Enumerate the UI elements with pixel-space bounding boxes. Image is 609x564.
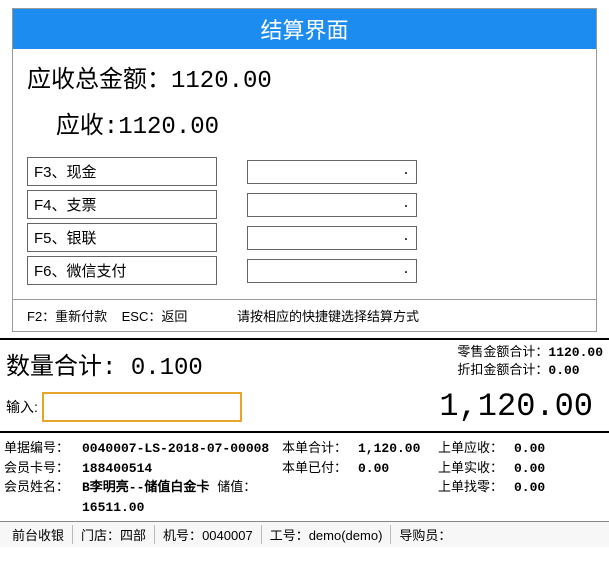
- this-paid: 0.00: [358, 459, 438, 479]
- doc-no-label: 单据编号：: [4, 439, 82, 459]
- hint-right: 请按相应的快捷键选择结算方式: [237, 306, 582, 325]
- due-amount-line: 应收:1120.00: [27, 105, 582, 141]
- status-guide: 导购员：: [391, 525, 459, 544]
- method-label: F3、现金: [27, 157, 217, 186]
- method-row-cash: F3、现金: [27, 157, 582, 186]
- status-pos: 前台收银: [4, 525, 73, 544]
- qty-value: 0.100: [131, 355, 203, 382]
- main-input[interactable]: [42, 392, 242, 422]
- total-label: 应收总金额：: [27, 68, 171, 95]
- prev-due-label: 上单应收：: [438, 439, 514, 459]
- member-name: B李明亮--储值白金卡 储值：16511.00: [82, 478, 282, 517]
- card-no-label: 会员卡号：: [4, 459, 82, 479]
- hint-esc: ESC：返回: [122, 309, 188, 324]
- hint-f2: F2：重新付款: [27, 309, 107, 324]
- blank: [358, 478, 438, 517]
- payment-methods: F3、现金 F4、支票 F5、银联 F6、微信支付: [13, 157, 596, 299]
- hint-left: F2：重新付款 ESC：返回: [27, 306, 237, 325]
- this-total-label: 本单合计：: [282, 439, 358, 459]
- prev-change: 0.00: [514, 478, 545, 517]
- card-no: 188400514: [82, 459, 282, 479]
- this-total: 1,120.00: [358, 439, 438, 459]
- discount-value: 0.00: [548, 363, 579, 378]
- this-paid-label: 本单已付：: [282, 459, 358, 479]
- summary-row: 数量合计: 0.100 零售金额合计：1120.00 折扣金额合计：0.00: [0, 342, 609, 386]
- amount-block: 应收总金额：1120.00 应收:1120.00: [13, 49, 596, 157]
- total-amount-line: 应收总金额：1120.00: [27, 59, 582, 95]
- blank: [282, 478, 358, 517]
- prev-recv: 0.00: [514, 459, 545, 479]
- due-label: 应收:: [56, 114, 118, 141]
- big-amount: 1,120.00: [439, 388, 603, 425]
- cash-input[interactable]: [247, 160, 417, 184]
- due-value: 1120.00: [118, 114, 219, 141]
- status-machine: 机号：0040007: [155, 525, 262, 544]
- total-value: 1120.00: [171, 68, 272, 95]
- hint-row: F2：重新付款 ESC：返回 请按相应的快捷键选择结算方式: [13, 299, 596, 331]
- qty-label: 数量合计:: [6, 355, 116, 382]
- settlement-dialog: 结算界面 应收总金额：1120.00 应收:1120.00 F3、现金 F4、支…: [12, 8, 597, 332]
- wechat-input[interactable]: [247, 259, 417, 283]
- status-emp: 工号：demo(demo): [262, 525, 392, 544]
- status-bar: 前台收银 门店：四部 机号：0040007 工号：demo(demo) 导购员：: [0, 521, 609, 547]
- retail-block: 零售金额合计：1120.00 折扣金额合计：0.00: [457, 342, 603, 382]
- discount-label: 折扣金额合计：: [457, 363, 548, 378]
- info-block: 单据编号： 0040007-LS-2018-07-00008 本单合计： 1,1…: [0, 431, 609, 521]
- retail-label: 零售金额合计：: [457, 345, 548, 360]
- status-store: 门店：四部: [73, 525, 155, 544]
- prev-change-label: 上单找零：: [438, 478, 514, 517]
- retail-value: 1120.00: [548, 345, 603, 360]
- prev-recv-label: 上单实收：: [438, 459, 514, 479]
- qty-block: 数量合计: 0.100: [6, 342, 203, 386]
- method-label: F4、支票: [27, 190, 217, 219]
- stored-value: 16511.00: [82, 500, 144, 515]
- stored-label: 储值：: [217, 480, 256, 495]
- method-row-wechat: F6、微信支付: [27, 256, 582, 285]
- method-label: F6、微信支付: [27, 256, 217, 285]
- unionpay-input[interactable]: [247, 226, 417, 250]
- dialog-title: 结算界面: [13, 9, 596, 49]
- name-label: 会员姓名：: [4, 478, 82, 517]
- method-label: F5、银联: [27, 223, 217, 252]
- prev-due: 0.00: [514, 439, 545, 459]
- doc-no: 0040007-LS-2018-07-00008: [82, 439, 282, 459]
- input-label: 输入:: [6, 397, 38, 417]
- method-row-cheque: F4、支票: [27, 190, 582, 219]
- divider: [0, 338, 609, 340]
- input-row: 输入: 1,120.00: [0, 386, 609, 431]
- cheque-input[interactable]: [247, 193, 417, 217]
- method-row-unionpay: F5、银联: [27, 223, 582, 252]
